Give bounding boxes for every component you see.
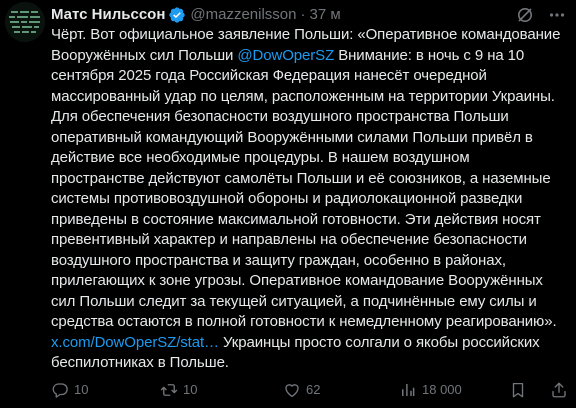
- author-name[interactable]: Матс Нильссон: [51, 5, 165, 25]
- views-count: 18 000: [422, 382, 462, 397]
- repost-count: 10: [183, 382, 198, 397]
- verified-badge-icon[interactable]: [168, 6, 186, 24]
- more-icon[interactable]: [548, 6, 566, 24]
- views-icon: [399, 381, 417, 399]
- source-link[interactable]: x.com/DowOperSZ/stat…: [51, 334, 219, 351]
- share-button[interactable]: [550, 380, 568, 400]
- header-actions: [516, 6, 566, 24]
- reply-icon: [51, 381, 69, 399]
- grok-icon[interactable]: [516, 6, 534, 24]
- tweet[interactable]: Матс Нильссон @mazzenilsson · 37 м Чёрт.…: [0, 0, 576, 408]
- reply-count: 10: [74, 382, 89, 397]
- tweet-text-part: Внимание: в ночь с 9 на 10 сентября 2025…: [51, 46, 557, 331]
- views-button[interactable]: 18 000: [399, 380, 462, 400]
- author-handle[interactable]: @mazzenilsson: [190, 5, 296, 25]
- mention-link[interactable]: @DowOperSZ: [237, 47, 334, 64]
- tweet-text: Чёрт. Вот официальное заявление Польши: …: [51, 25, 566, 374]
- avatar[interactable]: [5, 2, 45, 42]
- separator-dot: ·: [300, 6, 306, 23]
- like-button[interactable]: 62: [283, 380, 320, 400]
- post-time[interactable]: 37 м: [310, 5, 341, 25]
- reply-button[interactable]: 10: [51, 380, 88, 400]
- like-count: 62: [306, 382, 321, 397]
- action-bar: 10 10 62 18 000: [51, 380, 576, 400]
- like-icon: [283, 381, 301, 399]
- repost-icon: [160, 381, 178, 399]
- share-icon: [550, 381, 568, 399]
- tweet-header: Матс Нильссон @mazzenilsson · 37 м: [51, 3, 566, 27]
- bookmark-icon: [509, 381, 527, 399]
- bookmark-button[interactable]: [509, 380, 527, 400]
- repost-button[interactable]: 10: [160, 380, 197, 400]
